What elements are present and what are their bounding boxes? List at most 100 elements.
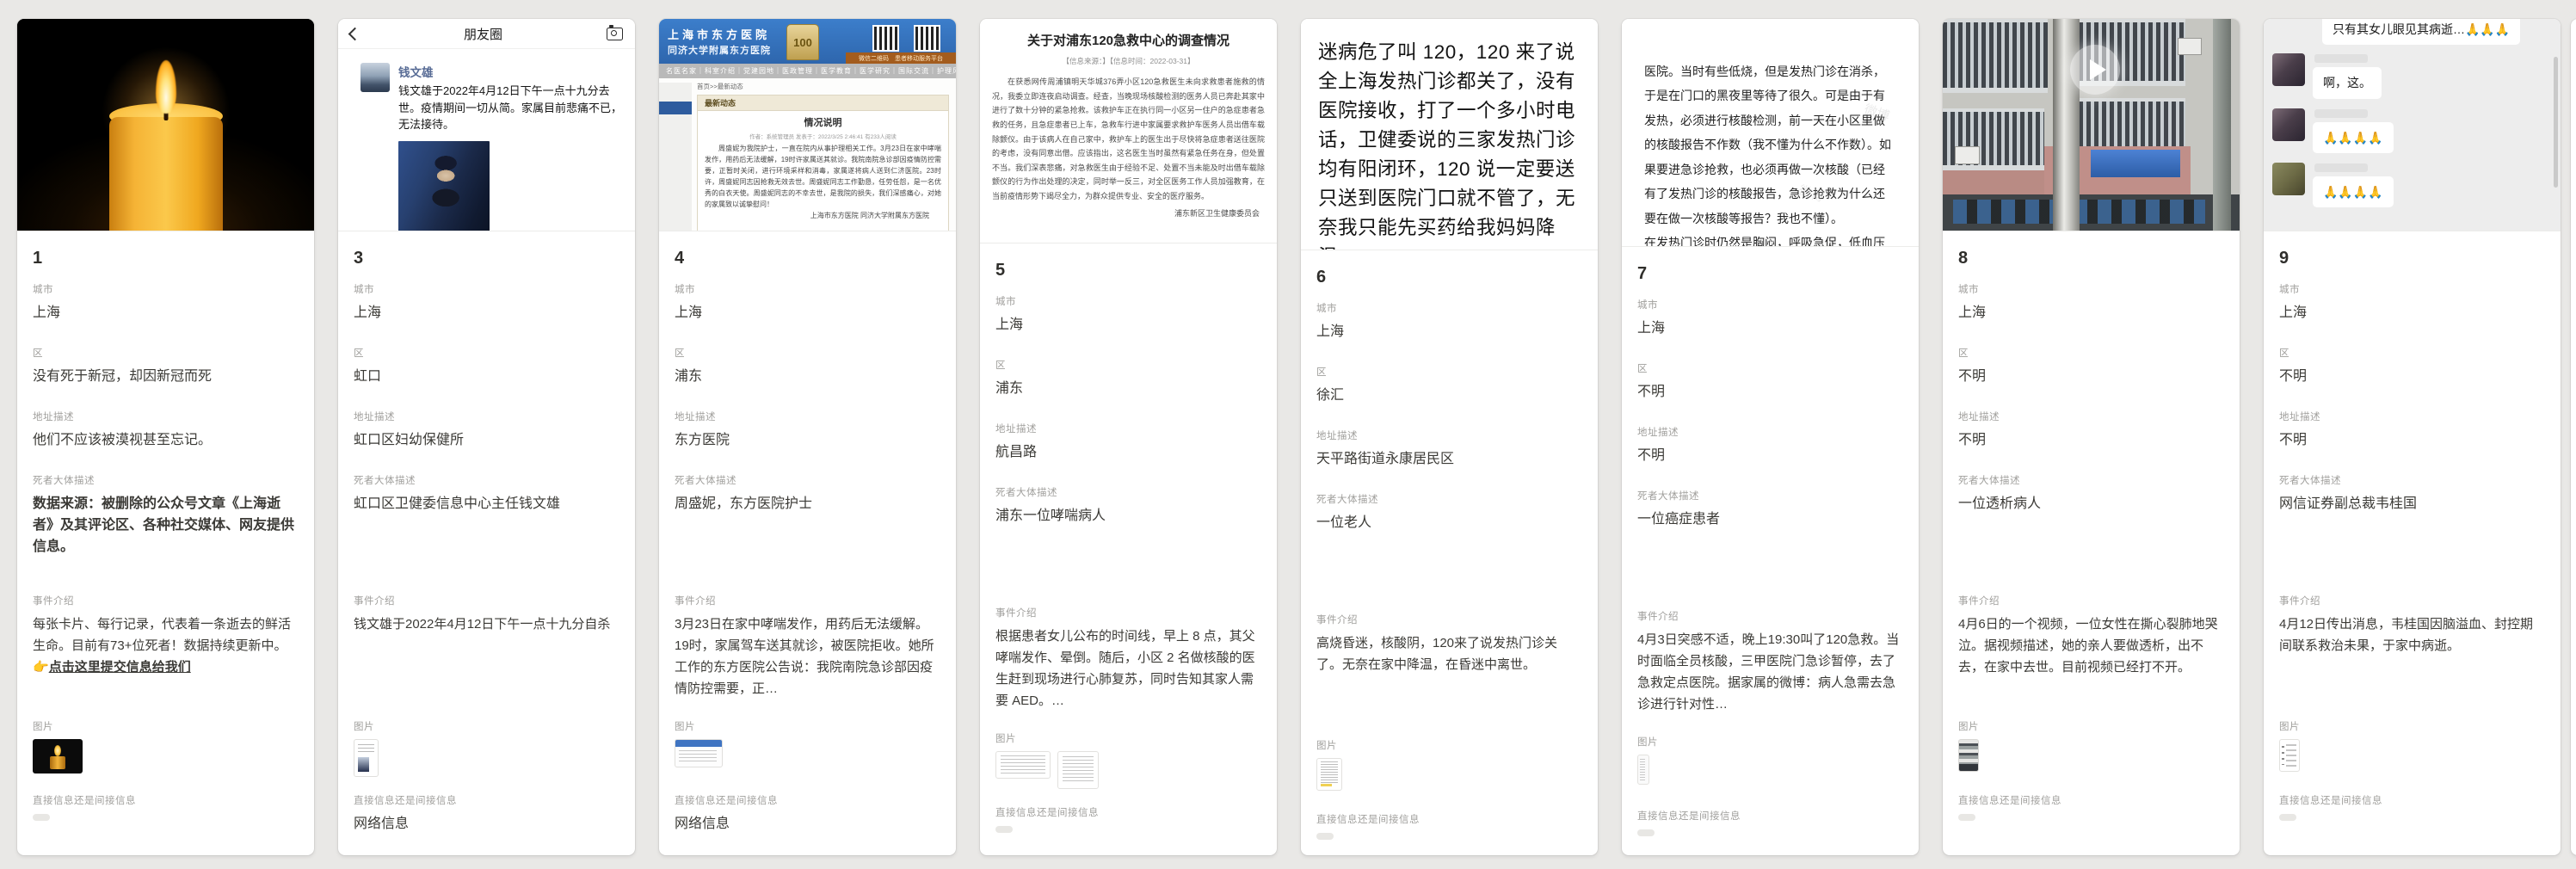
qr-code	[914, 25, 940, 52]
image-thumbnail-building[interactable]	[1958, 739, 1979, 772]
anniversary-emblem: 100	[786, 24, 819, 60]
card-title-number: 9	[2279, 249, 2545, 268]
field-label-event: 事件介绍	[354, 594, 619, 607]
field-value-city: 上海	[675, 302, 940, 324]
field-label-event: 事件介绍	[1316, 613, 1582, 626]
case-card-4[interactable]: 上海市东方医院 同济大学附属东方医院 100 微信二维码 患者移动服务平台 名医…	[659, 19, 956, 855]
field-label-deceased: 死者大体描述	[1958, 473, 2224, 487]
metal-pole	[2053, 19, 2080, 231]
case-card-8[interactable]: 8 城市 上海 区 不明 地址描述 不明 死者大体描述 一位透析病人 事件介绍 …	[1943, 19, 2240, 855]
image-thumbnail-document[interactable]	[1057, 751, 1099, 789]
field-label-info-type: 直接信息还是间接信息	[33, 793, 299, 807]
field-value-district: 浦东	[675, 366, 940, 387]
chat-row: 啊，这。	[2272, 53, 2552, 98]
field-label-address: 地址描述	[33, 410, 299, 423]
field-value-district: 没有死于新冠，却因新冠而死	[33, 366, 299, 387]
window-frame-beam	[2213, 19, 2231, 231]
field-label-event: 事件介绍	[2279, 594, 2545, 607]
image-thumbnail-screenshot[interactable]	[354, 739, 379, 777]
screenshot-text: 医院。当时有些低烧，但是发热门诊在消杀，于是在门口的黑夜里等待了很久。可是由于有…	[1644, 65, 1891, 248]
case-card-1[interactable]: 1 城市 上海 区 没有死于新冠，却因新冠而死 地址描述 他们不应该被漠视甚至忘…	[17, 19, 314, 855]
card-body: 3 城市 上海 区 虹口 地址描述 虹口区妇幼保健所 死者大体描述 虹口区卫健委…	[338, 231, 635, 848]
field-value-event: 钱文雄于2022年4月12日下午一点十九分自杀	[354, 613, 619, 635]
building-lower-floor	[1943, 194, 2240, 231]
image-thumbnail-document[interactable]	[995, 751, 1051, 779]
field-label-city: 城市	[354, 282, 619, 296]
field-label-image: 图片	[675, 719, 940, 733]
empty-select-pill	[1637, 829, 1655, 836]
field-value-deceased: 一位癌症患者	[1637, 508, 1903, 530]
qr-code	[872, 25, 899, 52]
field-label-district: 区	[1958, 346, 2224, 360]
field-label-deceased: 死者大体描述	[33, 473, 299, 487]
scrollbar[interactable]	[2554, 57, 2558, 188]
wechat-nav-title: 朋友圈	[464, 25, 502, 43]
notice-title: 情况说明	[705, 115, 941, 129]
field-label-address: 地址描述	[2279, 410, 2545, 423]
field-value-deceased: 虹口区卫健委信息中心主任钱文雄	[354, 493, 619, 515]
avatar	[2272, 108, 2305, 141]
document-signature: 浦东新区卫生健康委员会	[992, 207, 1265, 219]
field-value-district: 虹口	[354, 366, 619, 387]
empty-select-pill	[1958, 814, 1975, 821]
field-label-image: 图片	[1316, 738, 1582, 752]
case-card-3[interactable]: 朋友圈 钱文雄 钱文雄于2022年4月12日下午一点十九分去世。疫情期间一切从简…	[338, 19, 635, 855]
field-value-city: 上海	[33, 302, 299, 324]
field-label-image: 图片	[995, 731, 1261, 745]
field-label-image: 图片	[1637, 735, 1903, 749]
field-label-info-type: 直接信息还是间接信息	[1958, 793, 2224, 807]
air-conditioner	[1955, 146, 1980, 164]
chat-bubble: 🙏🙏🙏🙏	[2313, 122, 2394, 153]
card-title-number: 5	[995, 261, 1261, 280]
field-label-district: 区	[675, 346, 940, 360]
field-value-city: 上海	[1958, 302, 2224, 324]
hospital-site-banner: 上海市东方医院 同济大学附属东方医院 100 微信二维码 患者移动服务平台	[659, 19, 956, 64]
document-meta: 【信息来源：】【信息时间：2022-03-31】	[992, 56, 1265, 66]
field-label-address: 地址描述	[1958, 410, 2224, 423]
field-value-city: 上海	[354, 302, 619, 324]
image-thumbnail-text[interactable]	[1316, 758, 1342, 791]
breadcrumb: 首页>>最新动态	[659, 78, 956, 93]
field-label-address: 地址描述	[354, 410, 619, 423]
partial-next-card[interactable]	[2571, 19, 2576, 855]
blurred-username	[2314, 163, 2368, 172]
field-value-event: 3月23日在家中哮喘发作，用药后无法缓解。19时，家属驾车送其就诊，被医院拒收。…	[675, 613, 940, 700]
field-label-event: 事件介绍	[1637, 609, 1903, 623]
card-body: 8 城市 上海 区 不明 地址描述 不明 死者大体描述 一位透析病人 事件介绍 …	[1943, 231, 2240, 848]
image-thumbnail-document[interactable]	[2279, 739, 2300, 772]
case-card-5[interactable]: 关于对浦东120急救中心的调查情况 【信息来源：】【信息时间：2022-03-3…	[980, 19, 1277, 855]
field-label-info-type: 直接信息还是间接信息	[2279, 793, 2545, 807]
field-label-address: 地址描述	[1316, 428, 1582, 442]
case-card-9[interactable]: 只有其女儿眼见其病逝…🙏🙏🙏 啊，这。 🙏🙏🙏🙏 🙏🙏🙏🙏 9 城市	[2264, 19, 2561, 855]
submit-info-link[interactable]: 点击这里提交信息给我们	[49, 660, 191, 675]
field-value-city: 上海	[1637, 317, 1903, 339]
hospital-subname: 同济大学附属东方医院	[668, 43, 771, 57]
case-card-7[interactable]: 医院。当时有些低烧，但是发热门诊在消杀，于是在门口的黑夜里等待了很久。可是由于有…	[1622, 19, 1919, 855]
card-body: 1 城市 上海 区 没有死于新冠，却因新冠而死 地址描述 他们不应该被漠视甚至忘…	[17, 231, 314, 848]
card-cover-wechat-chat: 只有其女儿眼见其病逝…🙏🙏🙏 啊，这。 🙏🙏🙏🙏 🙏🙏🙏🙏	[2264, 19, 2561, 231]
field-value-event: 每张卡片、每行记录，代表着一条逝去的鲜活生命。目前有73+位死者！数据持续更新中…	[33, 613, 299, 678]
field-label-address: 地址描述	[995, 422, 1261, 435]
field-label-info-type: 直接信息还是间接信息	[995, 805, 1261, 819]
chat-bubble: 啊，这。	[2313, 67, 2382, 98]
chat-bubble: 只有其女儿眼见其病逝…🙏🙏🙏	[2322, 19, 2520, 45]
image-thumbnail-text[interactable]	[1637, 755, 1649, 785]
candle-body	[109, 117, 223, 231]
empty-select-pill	[1316, 833, 1334, 840]
chat-bubble: 🙏🙏🙏🙏	[2313, 176, 2394, 207]
image-thumbnail-candle[interactable]	[33, 739, 83, 773]
field-label-city: 城市	[675, 282, 940, 296]
notice-meta: 作者：系统管理员 发表于：2022/3/25 2:46:41 有233人阅读	[705, 132, 941, 140]
empty-select-pill	[2279, 814, 2296, 821]
back-icon	[348, 27, 362, 40]
field-label-info-type: 直接信息还是间接信息	[1637, 809, 1903, 823]
field-label-city: 城市	[1637, 298, 1903, 311]
field-label-district: 区	[995, 358, 1261, 372]
card-title-number: 7	[1637, 264, 1903, 284]
play-button-icon	[2070, 45, 2120, 95]
field-label-city: 城市	[995, 294, 1261, 308]
hospital-name: 上海市东方医院	[668, 26, 770, 42]
case-card-6[interactable]: 迷病危了叫 120，120 来了说全上海发热门诊都关了，没有医院接收，打了一个多…	[1301, 19, 1598, 855]
field-value-event: 4月3日突感不适，晚上19:30叫了120急救。当时面临全员核酸，三甲医院门急诊…	[1637, 629, 1903, 715]
image-thumbnail-website[interactable]	[675, 739, 723, 767]
